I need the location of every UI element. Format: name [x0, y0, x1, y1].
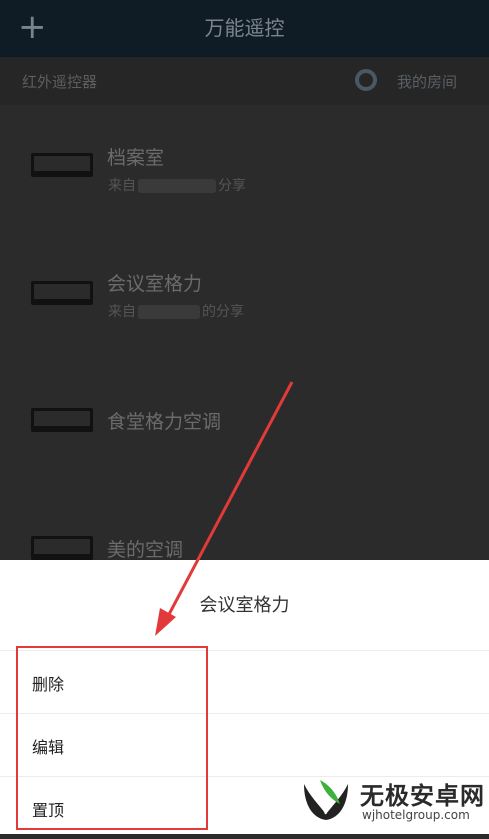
edit-option[interactable]: 编辑 [0, 714, 489, 777]
device-list: 档案室 来自 分享 会议室格力 来自 的分享 食堂格力空调 美的空调 [0, 105, 489, 561]
air-conditioner-icon [31, 536, 93, 560]
sub-header: 红外遥控器 我的房间 [0, 57, 489, 105]
device-item[interactable]: 食堂格力空调 [0, 361, 489, 481]
air-conditioner-icon [31, 408, 93, 432]
app-bar: + 万能遥控 [0, 0, 489, 57]
air-conditioner-icon [31, 281, 93, 305]
ir-remote-label: 红外遥控器 [22, 73, 98, 91]
sheet-title: 会议室格力 [0, 560, 489, 651]
device-share-info: 来自 的分享 [108, 304, 244, 320]
my-room-button[interactable]: 我的房间 [397, 71, 457, 92]
ring-icon[interactable] [355, 69, 377, 91]
device-name: 食堂格力空调 [107, 411, 222, 433]
device-item[interactable]: 会议室格力 来自 的分享 [0, 233, 489, 353]
leaf-logo-icon [304, 780, 348, 820]
device-name: 档案室 [107, 147, 165, 169]
device-share-info: 来自 分享 [108, 178, 246, 194]
device-item[interactable]: 档案室 来自 分享 [0, 105, 489, 225]
watermark-url: wjhotelgroup.com [362, 808, 470, 822]
page-title: 万能遥控 [204, 16, 285, 40]
watermark-brand: 无极安卓网 [360, 782, 485, 810]
device-name: 会议室格力 [107, 273, 203, 295]
air-conditioner-icon [31, 153, 93, 177]
watermark: 无极安卓网 wjhotelgroup.com [298, 770, 488, 830]
delete-option[interactable]: 删除 [0, 651, 489, 714]
device-name: 美的空调 [107, 539, 184, 561]
screen: + 万能遥控 红外遥控器 我的房间 档案室 来自 分享 会议室格力 来自 的分享 食… [0, 0, 489, 834]
